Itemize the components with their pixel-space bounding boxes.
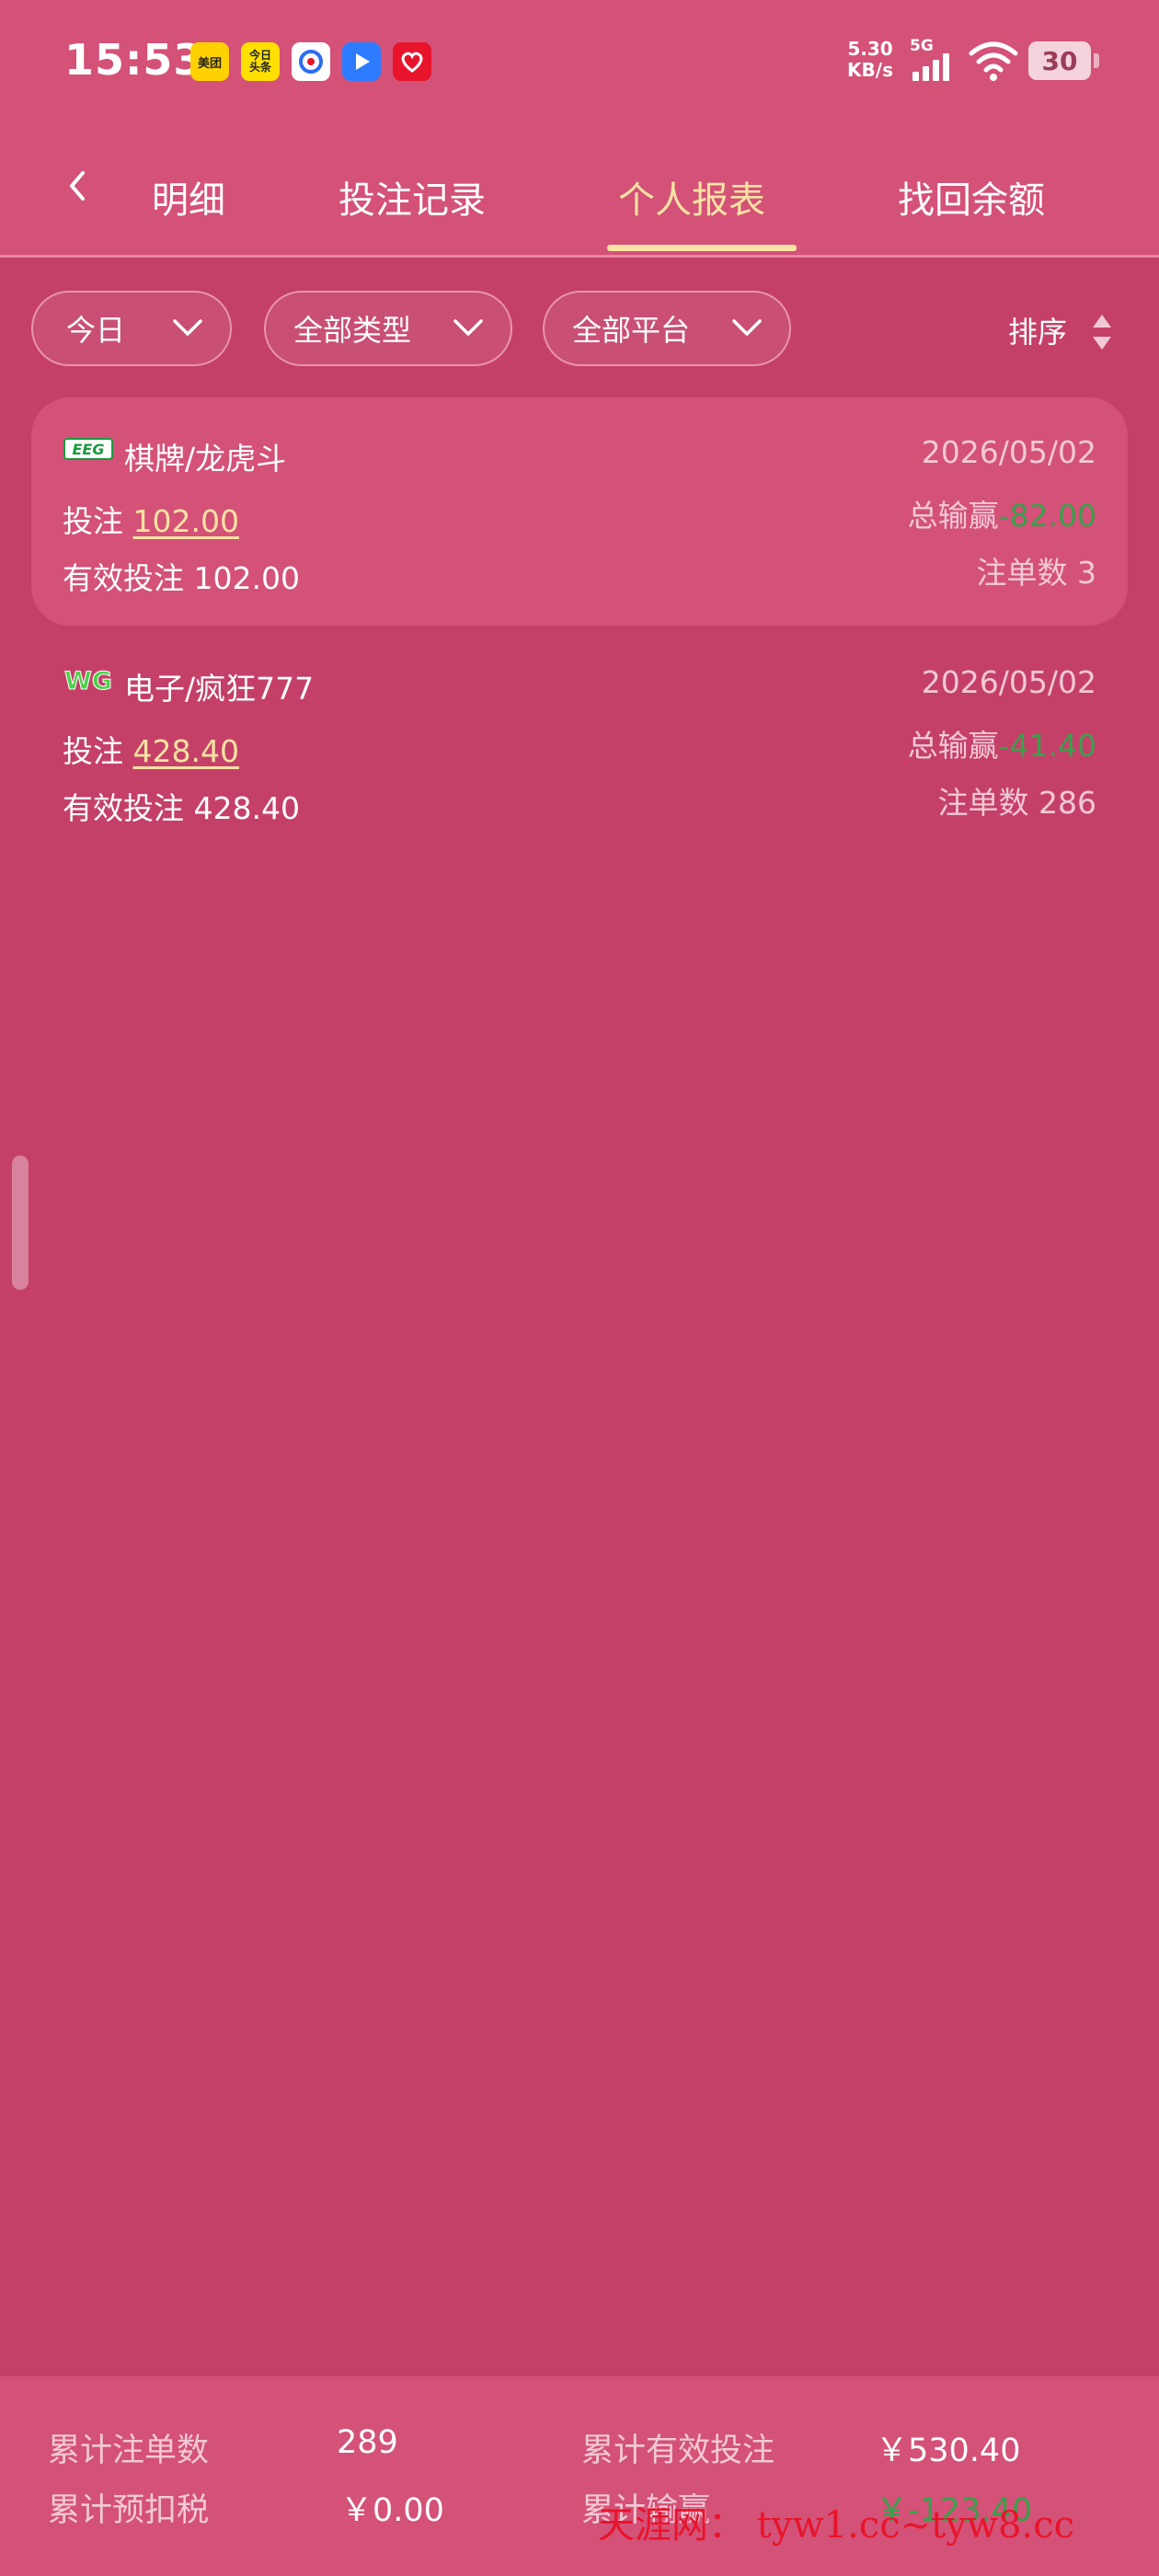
status-bar: 15:53 美团 今日 头条 5.30 KB/s 5G 30 [0,0,1159,124]
total-tax-value: ￥0.00 [340,2492,444,2529]
filter-bar: 今日 全部类型 全部平台 排序 [0,285,1159,368]
valid-bet-label: 有效投注 [63,790,184,826]
order-count: 注单数 3 [977,548,1097,592]
chevron-down-icon [732,319,762,336]
game-name: 电子/疯狂777 [124,671,315,707]
meituan-icon: 美团 [190,42,229,81]
eeg-logo-text: EEG [73,441,105,458]
type-filter-dropdown[interactable]: 全部类型 [264,291,512,366]
watermark-separator: ： [708,2504,745,2547]
chevron-down-icon [173,319,202,336]
total-orders-value: 289 [337,2424,398,2461]
bet-amount-link[interactable]: 428.40 [133,733,239,769]
order-count-label: 注单数 [937,785,1029,821]
eeg-logo-icon: EEG [63,438,113,460]
wg-logo-text: WG [64,667,112,694]
total-valid-bet-value: ￥530.40 [876,2432,1021,2469]
toutiao-icon-text-bottom: 头条 [248,61,271,74]
valid-bet-value: 102.00 [193,560,300,596]
header: 15:53 美团 今日 头条 5.30 KB/s 5G 30 明细 投注记录 个… [0,0,1159,258]
winloss-label: 总输赢 [907,728,999,764]
wifi-icon [969,41,1018,81]
bet-amount: 投注 102.00 [63,497,239,541]
network-speed: 5.30 KB/s [843,39,898,81]
active-tab-indicator [607,245,797,251]
winloss-label: 总输赢 [907,498,999,534]
baidu-icon [292,42,330,81]
tab-detail[interactable]: 明细 [152,170,225,224]
report-record-card[interactable]: WG 电子/疯狂777 2026/05/02 投注 428.40 总输赢-41.… [31,627,1128,856]
total-valid-bet-label: 累计有效投注 [581,2432,775,2469]
tab-personal-report[interactable]: 个人报表 [618,170,765,224]
toutiao-icon: 今日 头条 [241,42,280,81]
tab-bar: 明细 投注记录 个人报表 找回余额 [0,161,1159,258]
clock: 15:53 [64,35,204,85]
total-winloss: 总输赢-82.00 [908,491,1096,535]
game-name: 棋牌/龙虎斗 [124,441,287,477]
report-record-card[interactable]: EEG 棋牌/龙虎斗 2026/05/02 投注 102.00 总输赢-82.0… [31,397,1128,626]
winloss-value: -41.40 [998,728,1096,764]
order-count-label: 注单数 [976,555,1068,591]
red-app-icon [393,42,431,81]
order-count: 注单数 286 [938,778,1097,822]
tab-recover-balance[interactable]: 找回余额 [898,170,1045,224]
total-winloss: 总输赢-41.40 [908,721,1096,765]
record-date: 2026/05/02 [921,434,1096,470]
wg-logo-icon: WG [64,667,113,695]
chevron-down-icon [453,319,483,336]
platform-filter-dropdown[interactable]: 全部平台 [543,291,791,366]
bet-label: 投注 [63,733,123,769]
valid-bet: 有效投注 428.40 [63,784,300,828]
type-filter-label: 全部类型 [293,313,412,348]
order-count-value: 286 [1039,785,1096,821]
network-speed-unit: KB/s [847,59,893,81]
floating-side-handle[interactable] [12,1156,29,1290]
battery-indicator: 30 [1028,41,1099,80]
network-speed-value: 5.30 [847,38,893,60]
bet-amount: 投注 428.40 [63,727,239,771]
total-tax-label: 累计预扣税 [48,2492,210,2529]
record-date: 2026/05/02 [921,664,1096,700]
sort-icon[interactable] [1091,313,1113,351]
bet-amount-link[interactable]: 102.00 [133,503,239,539]
watermark-url: tyw1.cc~tyw8.cc [756,2504,1074,2547]
date-filter-label: 今日 [66,313,126,348]
sort-button[interactable]: 排序 [1008,309,1067,351]
watermark: 天涯网： tyw1.cc~tyw8.cc [598,2495,1074,2548]
watermark-site: 天涯网 [598,2504,708,2547]
bet-label: 投注 [63,503,123,539]
winloss-value: -82.00 [998,498,1096,534]
valid-bet: 有效投注 102.00 [63,554,300,598]
total-orders-label: 累计注单数 [48,2432,210,2469]
tab-bet-records[interactable]: 投注记录 [339,170,486,224]
video-play-icon [342,42,381,81]
valid-bet-value: 428.40 [193,790,300,826]
order-count-value: 3 [1077,555,1096,591]
valid-bet-label: 有效投注 [63,560,184,596]
signal-icon [912,53,949,81]
platform-filter-label: 全部平台 [572,313,691,348]
network-type: 5G [910,37,934,55]
date-filter-dropdown[interactable]: 今日 [31,291,232,366]
